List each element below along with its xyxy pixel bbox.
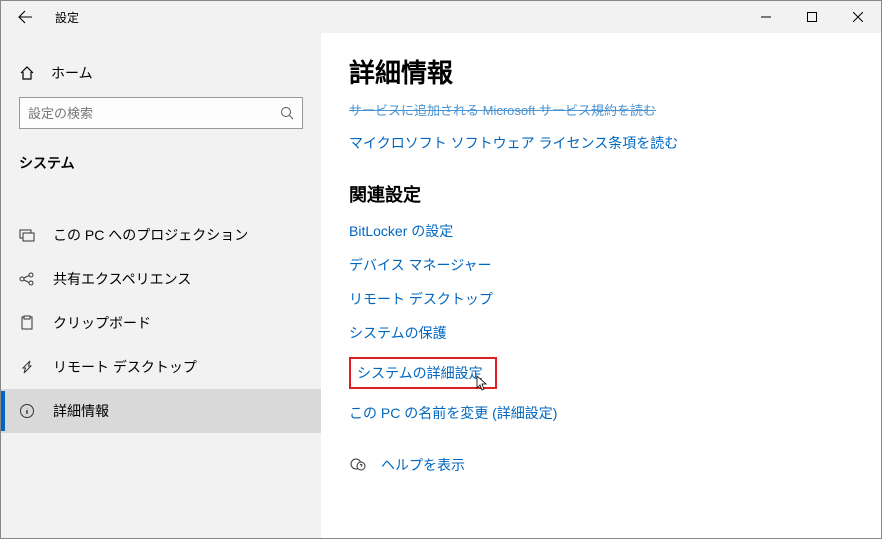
clipboard-icon xyxy=(19,315,35,331)
link-system-protection[interactable]: システムの保護 xyxy=(349,323,853,343)
back-arrow-icon xyxy=(17,9,33,25)
project-icon xyxy=(19,227,35,243)
help-icon xyxy=(349,456,367,474)
remote-icon xyxy=(19,359,35,375)
link-remote-desktop[interactable]: リモート デスクトップ xyxy=(349,289,853,309)
sidebar-item-projection[interactable]: この PC へのプロジェクション xyxy=(1,213,321,257)
link-rename-pc[interactable]: この PC の名前を変更 (詳細設定) xyxy=(349,403,853,423)
maximize-icon xyxy=(807,12,817,22)
titlebar: 設定 xyxy=(1,1,881,33)
related-settings-heading: 関連設定 xyxy=(349,181,853,207)
home-icon xyxy=(19,65,35,81)
sidebar-item-label: リモート デスクトップ xyxy=(53,357,197,377)
share-icon xyxy=(19,271,35,287)
link-license[interactable]: マイクロソフト ソフトウェア ライセンス条項を読む xyxy=(349,133,853,153)
close-icon xyxy=(853,12,863,22)
link-bitlocker[interactable]: BitLocker の設定 xyxy=(349,221,853,241)
link-help[interactable]: ヘルプを表示 xyxy=(381,455,465,475)
link-advanced-system[interactable]: システムの詳細設定 xyxy=(357,363,483,383)
sidebar-item-label: クリップボード xyxy=(53,313,151,333)
minimize-icon xyxy=(761,12,771,22)
sidebar-item-label: 詳細情報 xyxy=(53,401,109,421)
search-icon xyxy=(280,106,294,120)
sidebar-item-label: この PC へのプロジェクション xyxy=(53,225,248,245)
info-icon xyxy=(19,403,35,419)
link-device-manager[interactable]: デバイス マネージャー xyxy=(349,255,853,275)
sidebar: ホーム システム この PC へのプロジェクション 共有エクスペリエンス xyxy=(1,33,321,538)
link-services-terms[interactable]: サービスに追加される Microsoft サービス規約を読む xyxy=(349,103,656,118)
window-title: 設定 xyxy=(49,9,79,26)
sidebar-item-clipboard[interactable]: クリップボード xyxy=(1,301,321,345)
page-title: 詳細情報 xyxy=(349,53,853,90)
maximize-button[interactable] xyxy=(789,1,835,33)
highlight-box: システムの詳細設定 xyxy=(349,357,497,389)
sidebar-item-remote[interactable]: リモート デスクトップ xyxy=(1,345,321,389)
back-button[interactable] xyxy=(1,1,49,33)
search-box[interactable] xyxy=(19,97,303,129)
sidebar-item-about[interactable]: 詳細情報 xyxy=(1,389,321,433)
sidebar-home-label: ホーム xyxy=(51,63,93,83)
help-row[interactable]: ヘルプを表示 xyxy=(349,455,853,475)
sidebar-home[interactable]: ホーム xyxy=(1,55,321,97)
close-button[interactable] xyxy=(835,1,881,33)
sidebar-category: システム xyxy=(1,147,321,193)
minimize-button[interactable] xyxy=(743,1,789,33)
sidebar-item-shared[interactable]: 共有エクスペリエンス xyxy=(1,257,321,301)
search-input[interactable] xyxy=(28,106,280,121)
main-content: 詳細情報 サービスに追加される Microsoft サービス規約を読む マイクロ… xyxy=(321,33,881,538)
sidebar-item-label: 共有エクスペリエンス xyxy=(53,269,191,289)
